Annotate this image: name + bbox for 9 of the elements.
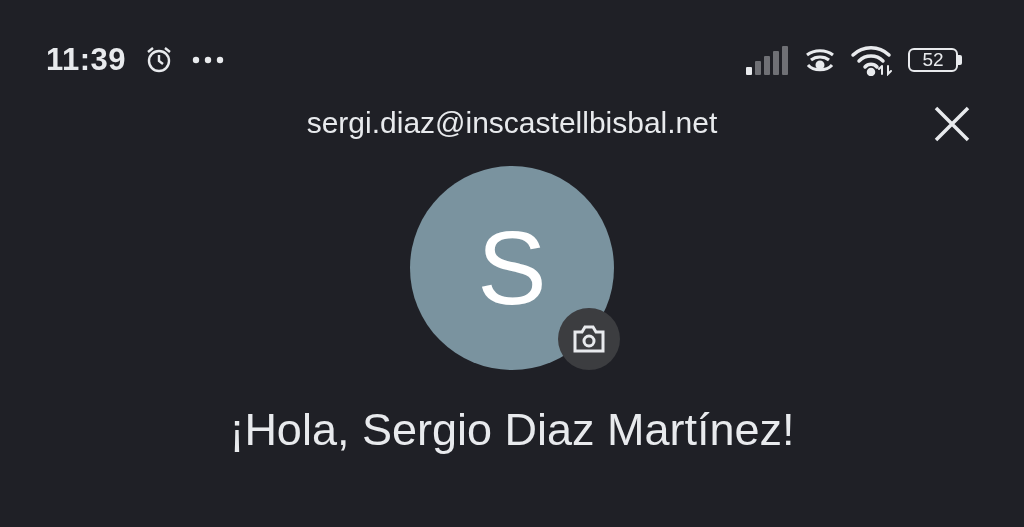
signal-icon xyxy=(746,45,790,75)
avatar: S xyxy=(410,166,614,370)
clock-time: 11:39 xyxy=(46,42,127,78)
wifi-icon xyxy=(850,44,894,76)
greeting-heading: ¡Hola, Sergio Diaz Martínez! xyxy=(228,404,796,456)
account-email: sergi.diaz@inscastellbisbal.net xyxy=(306,106,718,140)
camera-icon xyxy=(572,324,606,354)
close-icon[interactable] xyxy=(932,104,972,144)
more-icon xyxy=(192,56,225,64)
